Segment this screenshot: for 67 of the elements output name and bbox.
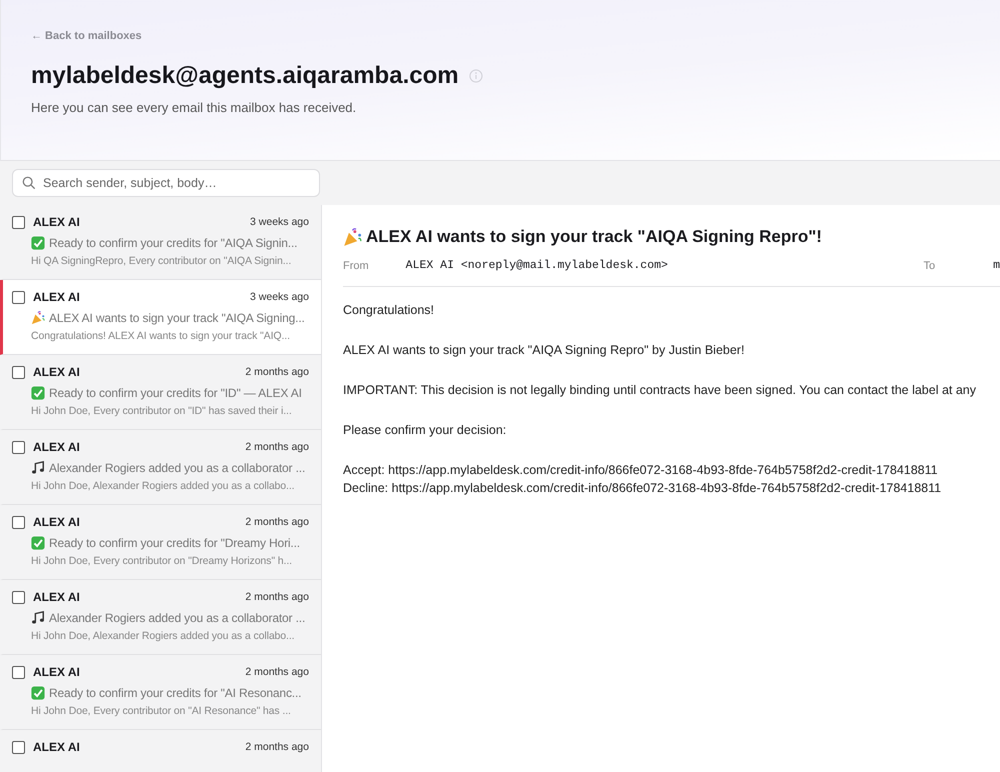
sender-name: ALEX AI	[33, 440, 80, 454]
message-time: 2 months ago	[245, 366, 309, 378]
message-subject: Ready to confirm your credits for "AI Resonanc...	[49, 686, 302, 700]
message-subject: Ready to confirm your credits for "Dreamy Hori...	[49, 536, 300, 550]
sender-name: ALEX AI	[33, 740, 80, 754]
message-preview: Hi John Doe, Every contributor on "Dreamy Horizons" h...	[30, 555, 293, 567]
email-paragraph: Congratulations!	[343, 303, 434, 317]
sender-name: ALEX AI	[33, 215, 80, 229]
message-item[interactable]: ALEX AI 2 months ago Ready to confirm your credits for "ID" — ALEX AI Hi John Doe, Every contributor on "ID" has saved their i...	[0, 355, 321, 430]
check-mark-icon	[31, 686, 45, 700]
recipient-address: m	[993, 259, 1000, 272]
message-item[interactable]: ALEX AI 2 months ago Alexander Rogiers added you as a collaborator ... Hi John Doe, Alexander Rogiers added you as a collabo...	[0, 580, 321, 655]
party-popper-icon	[343, 228, 362, 246]
sender-name: ALEX AI	[33, 515, 80, 529]
message-item[interactable]: ALEX AI 3 weeks ago ALEX AI wants to sign your track "AIQA Signing... Congratulations! ALEX AI wants to sign your track "AIQ...	[0, 280, 321, 355]
email-link-line: Decline: https://app.mylabeldesk.com/credit-info/866fe072-3168-4b93-8fde-764b5758f2d2-credit-178418811	[343, 481, 942, 495]
music-note-icon	[31, 611, 45, 625]
from-label: From	[343, 260, 369, 272]
email-paragraph: Please confirm your decision:	[343, 423, 506, 437]
email-subject: ALEX AI wants to sign your track "AIQA Signing Repro"!	[366, 227, 822, 247]
message-time: 2 months ago	[245, 666, 309, 678]
checkbox[interactable]	[12, 740, 25, 754]
message-item[interactable]: ALEX AI 2 months ago	[0, 730, 321, 772]
sender-name: ALEX AI	[33, 665, 80, 679]
checkbox[interactable]	[12, 590, 25, 604]
message-time: 2 months ago	[245, 741, 309, 753]
sender-address: ALEX AI <noreply@mail.mylabeldesk.com>	[406, 259, 668, 272]
sender-name: ALEX AI	[33, 365, 80, 379]
email-paragraph: IMPORTANT: This decision is not legally binding until contracts have been signed. You can contact the label at any	[343, 383, 976, 397]
message-time: 2 months ago	[245, 441, 309, 453]
message-preview: Hi John Doe, Every contributor on "ID" has saved their i...	[30, 405, 293, 417]
checkbox[interactable]	[12, 666, 25, 678]
checkbox[interactable]	[12, 216, 25, 228]
check-mark-icon	[31, 536, 45, 550]
email-link-line: Accept: https://app.mylabeldesk.com/credit-info/866fe072-3168-4b93-8fde-764b5758f2d2-credit-178418811	[343, 463, 938, 477]
message-time: 2 months ago	[245, 591, 309, 603]
message-preview: Hi QA SigningRepro, Every contributor on "AIQA Signin...	[30, 255, 292, 267]
to-label: To	[923, 260, 936, 272]
message-item[interactable]: ALEX AI 2 months ago Alexander Rogiers added you as a collaborator ... Hi John Doe, Alexander Rogiers added you as a collabo...	[0, 430, 321, 505]
message-preview: Hi John Doe, Every contributor on "AI Resonance" has ...	[30, 705, 292, 717]
checkbox[interactable]	[12, 366, 25, 378]
party-popper-icon	[31, 311, 45, 325]
message-time: 3 weeks ago	[250, 216, 309, 228]
message-item[interactable]: ALEX AI 2 months ago Ready to confirm your credits for "AI Resonanc... Hi John Doe, Every contributor on "AI Resonance" has ...	[0, 655, 321, 730]
check-mark-icon	[31, 386, 45, 400]
check-mark-icon	[31, 236, 45, 250]
sender-name: ALEX AI	[33, 590, 80, 604]
music-note-icon	[31, 461, 45, 475]
sender-name: ALEX AI	[33, 290, 80, 304]
checkbox[interactable]	[12, 440, 25, 454]
message-subject: Alexander Rogiers added you as a collaborator ...	[49, 461, 306, 475]
message-preview: Congratulations! ALEX AI wants to sign your track "AIQ...	[30, 330, 291, 342]
email-paragraph: ALEX AI wants to sign your track "AIQA Signing Repro" by Justin Bieber!	[343, 343, 744, 357]
message-preview: Hi John Doe, Alexander Rogiers added you as a collabo...	[30, 630, 296, 642]
message-item[interactable]: ALEX AI 2 months ago Ready to confirm your credits for "Dreamy Hori... Hi John Doe, Every contributor on "Dreamy Horizons" h...	[0, 505, 321, 580]
message-time: 3 weeks ago	[250, 291, 309, 303]
checkbox[interactable]	[12, 516, 25, 528]
checkbox[interactable]	[12, 290, 25, 304]
message-preview: Hi John Doe, Alexander Rogiers added you as a collabo...	[30, 480, 296, 492]
search-field[interactable]: Search sender, subject, body…	[12, 169, 320, 197]
message-subject: Ready to confirm your credits for "ID" — ALEX AI	[49, 386, 302, 400]
mailbox-title: mylabeldesk@agents.aiqaramba.com	[31, 62, 459, 90]
mailbox-description: Here you can see every email this mailbox has received.	[31, 100, 356, 115]
message-time: 2 months ago	[245, 516, 309, 528]
message-subject: ALEX AI wants to sign your track "AIQA Signing...	[49, 311, 305, 325]
message-subject: Alexander Rogiers added you as a collaborator ...	[49, 611, 306, 625]
message-subject: Ready to confirm your credits for "AIQA Signin...	[49, 236, 298, 250]
